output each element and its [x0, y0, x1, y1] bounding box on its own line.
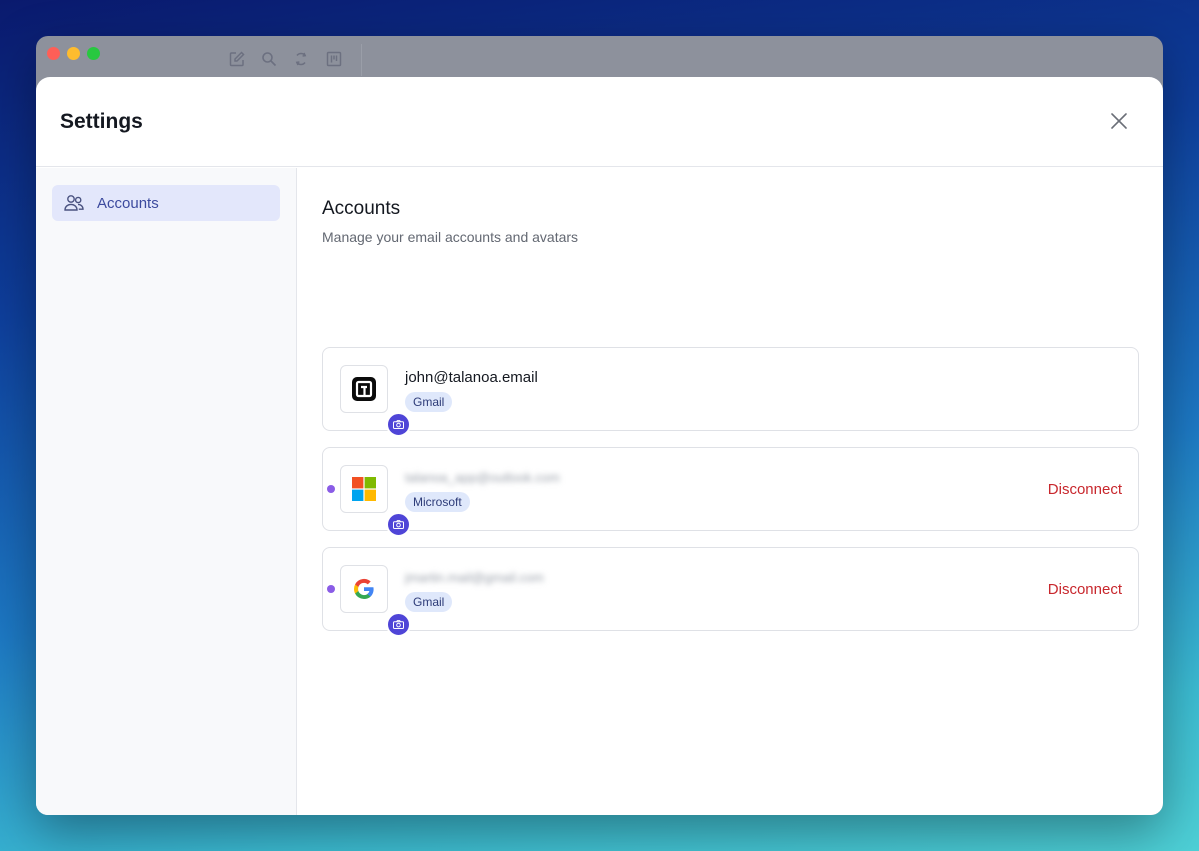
- sidebar-item-label: Accounts: [97, 195, 159, 212]
- close-window-button[interactable]: [47, 47, 60, 60]
- app-window: Settings Accounts Accounts Manage your e…: [36, 36, 1163, 815]
- account-card: talanoa_app@outlook.com Microsoft Discon…: [322, 447, 1139, 537]
- account-email: talanoa_app@outlook.com: [405, 470, 560, 485]
- settings-modal: Settings Accounts Accounts Manage your e…: [36, 77, 1163, 815]
- account-card: jmartin.mail@gmail.com Gmail Disconnect: [322, 547, 1139, 637]
- camera-icon: [393, 620, 404, 629]
- camera-icon: [393, 520, 404, 529]
- close-icon[interactable]: [1109, 111, 1129, 131]
- microsoft-logo: [352, 477, 376, 501]
- title-bar: [36, 36, 1163, 76]
- account-email: john@talanoa.email: [405, 369, 538, 386]
- kanban-icon[interactable]: [325, 50, 343, 68]
- section-subtitle: Manage your email accounts and avatars: [322, 229, 579, 245]
- account-card: john@talanoa.email Gmail: [322, 347, 1139, 437]
- account-avatar[interactable]: [340, 565, 411, 637]
- modal-title: Settings: [60, 110, 143, 133]
- settings-sidebar: Accounts: [36, 168, 297, 815]
- disconnect-button[interactable]: Disconnect: [1048, 481, 1122, 498]
- change-avatar-button[interactable]: [386, 612, 411, 637]
- account-avatar[interactable]: [340, 365, 411, 437]
- provider-badge: Gmail: [405, 592, 453, 612]
- zoom-window-button[interactable]: [87, 47, 100, 60]
- sync-icon[interactable]: [292, 50, 310, 68]
- toolbar-divider: [361, 44, 362, 76]
- change-avatar-button[interactable]: [386, 512, 411, 537]
- provider-badge: Gmail: [405, 392, 453, 412]
- modal-header: Settings: [36, 77, 1163, 167]
- sidebar-item-accounts[interactable]: Accounts: [52, 185, 280, 221]
- provider-badge: Microsoft: [405, 492, 470, 512]
- minimize-window-button[interactable]: [67, 47, 80, 60]
- account-email: jmartin.mail@gmail.com: [405, 570, 544, 585]
- google-logo: [353, 578, 374, 599]
- section-title: Accounts: [322, 198, 401, 219]
- disconnect-button[interactable]: Disconnect: [1048, 581, 1122, 598]
- accounts-panel: Accounts Manage your email accounts and …: [298, 168, 1163, 815]
- change-avatar-button[interactable]: [386, 412, 411, 437]
- talanoa-logo: [352, 377, 376, 401]
- status-indicator: [327, 485, 335, 493]
- search-icon[interactable]: [260, 50, 278, 68]
- account-avatar[interactable]: [340, 465, 411, 537]
- status-indicator: [327, 585, 335, 593]
- users-icon: [64, 195, 84, 211]
- compose-icon[interactable]: [228, 50, 246, 68]
- camera-icon: [393, 420, 404, 429]
